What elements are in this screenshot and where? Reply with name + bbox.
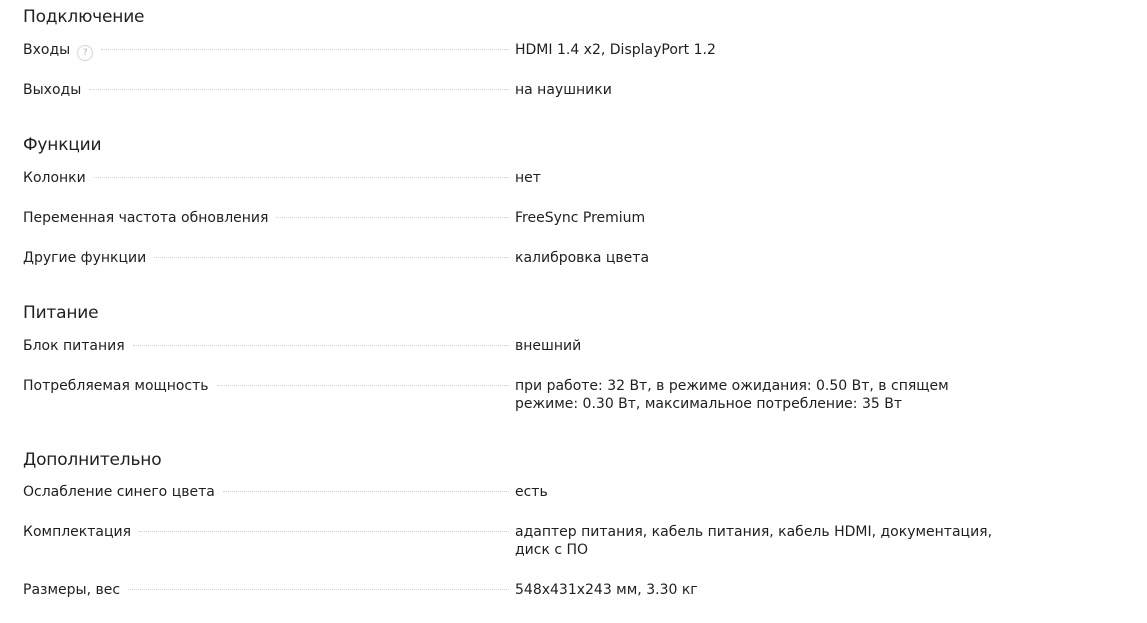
spec-row-blue-light: Ослабление синего цвета есть xyxy=(23,483,1133,501)
specifications-panel: Подключение Входы ? HDMI 1.4 x2, Display… xyxy=(0,0,1147,623)
spec-label: Колонки xyxy=(23,170,86,186)
spec-value: адаптер питания, кабель питания, кабель … xyxy=(515,524,993,558)
spec-value: 548x431x243 мм, 3.30 кг xyxy=(515,582,698,598)
dotted-leader xyxy=(139,531,509,532)
spec-value: калибровка цвета xyxy=(515,250,650,266)
dotted-leader xyxy=(101,49,509,50)
section-title-connection: Подключение xyxy=(23,7,145,27)
spec-label: Другие функции xyxy=(23,250,147,266)
spec-row-speakers: Колонки нет xyxy=(23,169,1133,187)
spec-label: Переменная частота обновления xyxy=(23,210,269,226)
spec-label: Выходы xyxy=(23,82,82,98)
spec-value: есть xyxy=(515,484,548,500)
help-hint-icon[interactable]: ? xyxy=(77,45,94,61)
spec-row-package: Комплектация адаптер питания, кабель пит… xyxy=(23,523,1133,559)
dotted-leader xyxy=(154,257,509,258)
spec-label: Входы xyxy=(23,42,71,58)
spec-value: FreeSync Premium xyxy=(515,210,646,226)
spec-row-outputs: Выходы на наушники xyxy=(23,81,1133,99)
spec-label: Потребляемая мощность xyxy=(23,378,209,394)
spec-row-other-functions: Другие функции калибровка цвета xyxy=(23,249,1133,267)
spec-value: при работе: 32 Вт, в режиме ожидания: 0.… xyxy=(515,378,949,412)
spec-row-dimensions-weight: Размеры, вес 548x431x243 мм, 3.30 кг xyxy=(23,581,1133,599)
spec-label: Комплектация xyxy=(23,524,132,540)
dotted-leader xyxy=(89,89,509,90)
section-title-power: Питание xyxy=(23,303,99,323)
spec-label: Ослабление синего цвета xyxy=(23,484,215,500)
spec-row-power-supply: Блок питания внешний xyxy=(23,337,1133,355)
spec-row-variable-refresh: Переменная частота обновления FreeSync P… xyxy=(23,209,1133,227)
spec-label: Блок питания xyxy=(23,338,125,354)
dotted-leader xyxy=(93,177,509,178)
dotted-leader xyxy=(128,589,509,590)
dotted-leader xyxy=(132,345,509,346)
section-title-functions: Функции xyxy=(23,135,102,155)
spec-value: внешний xyxy=(515,338,582,354)
dotted-leader xyxy=(276,217,509,218)
spec-value: на наушники xyxy=(515,82,612,98)
spec-value: HDMI 1.4 x2, DisplayPort 1.2 xyxy=(515,42,716,58)
dotted-leader xyxy=(222,491,509,492)
spec-row-power-consumption: Потребляемая мощность при работе: 32 Вт,… xyxy=(23,377,1133,413)
dotted-leader xyxy=(216,385,509,386)
spec-row-inputs: Входы ? HDMI 1.4 x2, DisplayPort 1.2 xyxy=(23,41,1133,61)
section-title-additional: Дополнительно xyxy=(23,450,162,470)
spec-value: нет xyxy=(515,170,541,186)
spec-label: Размеры, вес xyxy=(23,582,121,598)
